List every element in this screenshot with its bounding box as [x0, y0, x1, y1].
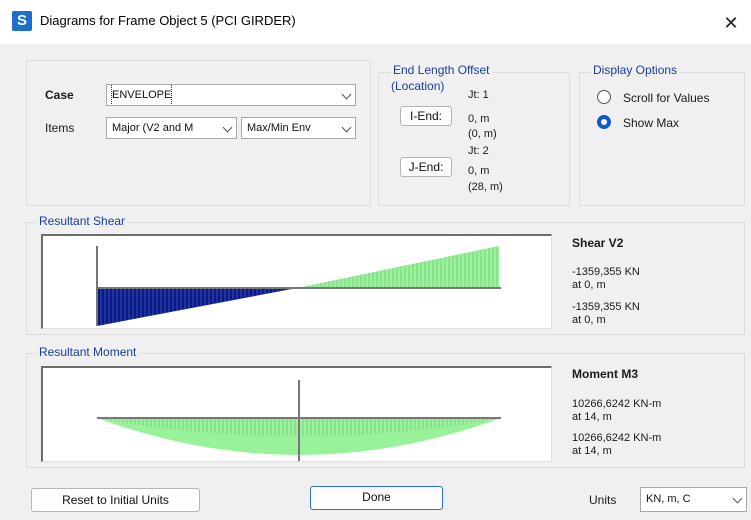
scroll-for-values-radio[interactable] [597, 90, 611, 104]
j-end-location: (28, m) [468, 181, 503, 193]
i-end-button[interactable]: I-End: [400, 106, 452, 126]
shear-min-value: -1359,355 KN [572, 301, 640, 313]
case-select-value: ENVELOPE [110, 85, 173, 105]
show-max-radio[interactable] [597, 115, 611, 129]
shear-max-location: at 0, m [572, 279, 606, 291]
chevron-down-icon [732, 493, 743, 504]
i-end-joint: Jt: 1 [468, 89, 489, 101]
units-select-value: KN, m, C [646, 493, 691, 505]
scroll-for-values-label[interactable]: Scroll for Values [623, 91, 709, 105]
j-end-length: 0, m [468, 165, 490, 177]
shear-diagram-canvas [96, 246, 501, 326]
items-select[interactable]: Major (V2 and M [106, 117, 237, 139]
moment-diagram-canvas [97, 380, 501, 461]
j-end-button[interactable]: J-End: [400, 157, 452, 177]
items-select-value: Major (V2 and M [112, 122, 194, 134]
i-end-length: 0, m [468, 113, 490, 125]
moment-max-location: at 14, m [572, 411, 612, 423]
items-label: Items [45, 121, 75, 135]
moment-max-value: 10266,6242 KN-m [572, 398, 662, 410]
display-options-title: Display Options [591, 63, 680, 77]
shear-diagram [41, 234, 552, 329]
shear-group-title: Resultant Shear [37, 214, 128, 228]
case-select[interactable]: ENVELOPE [106, 84, 356, 106]
units-select[interactable]: KN, m, C [640, 487, 747, 512]
moment-min-value: 10266,6242 KN-m [572, 432, 662, 444]
chevron-down-icon [341, 89, 352, 100]
end-offset-location-label: (Location) [391, 79, 445, 93]
chevron-down-icon [222, 122, 233, 133]
shear-max-value: -1359,355 KN [572, 266, 640, 278]
moment-heading: Moment M3 [572, 367, 638, 381]
moment-min-location: at 14, m [572, 445, 612, 457]
end-offset-title: End Length Offset [391, 63, 492, 77]
moment-diagram [41, 366, 552, 462]
i-end-location: (0, m) [468, 128, 497, 140]
window-title: Diagrams for Frame Object 5 (PCI GIRDER) [40, 13, 296, 28]
moment-group-title: Resultant Moment [37, 345, 139, 359]
shear-heading: Shear V2 [572, 236, 624, 250]
reset-units-button[interactable]: Reset to Initial Units [31, 488, 200, 512]
items-mode-value: Max/Min Env [247, 122, 311, 134]
close-icon[interactable]: ✕ [711, 6, 751, 40]
title-bar: S Diagrams for Frame Object 5 (PCI GIRDE… [0, 0, 751, 44]
case-label: Case [45, 88, 74, 102]
show-max-label[interactable]: Show Max [623, 116, 679, 130]
diagrams-dialog: S Diagrams for Frame Object 5 (PCI GIRDE… [0, 0, 751, 520]
units-label: Units [589, 493, 617, 507]
shear-min-location: at 0, m [572, 314, 606, 326]
j-end-joint: Jt: 2 [468, 145, 489, 157]
chevron-down-icon [341, 122, 352, 133]
app-logo-icon: S [12, 11, 32, 31]
items-mode-select[interactable]: Max/Min Env [241, 117, 356, 139]
done-button[interactable]: Done [310, 486, 443, 510]
